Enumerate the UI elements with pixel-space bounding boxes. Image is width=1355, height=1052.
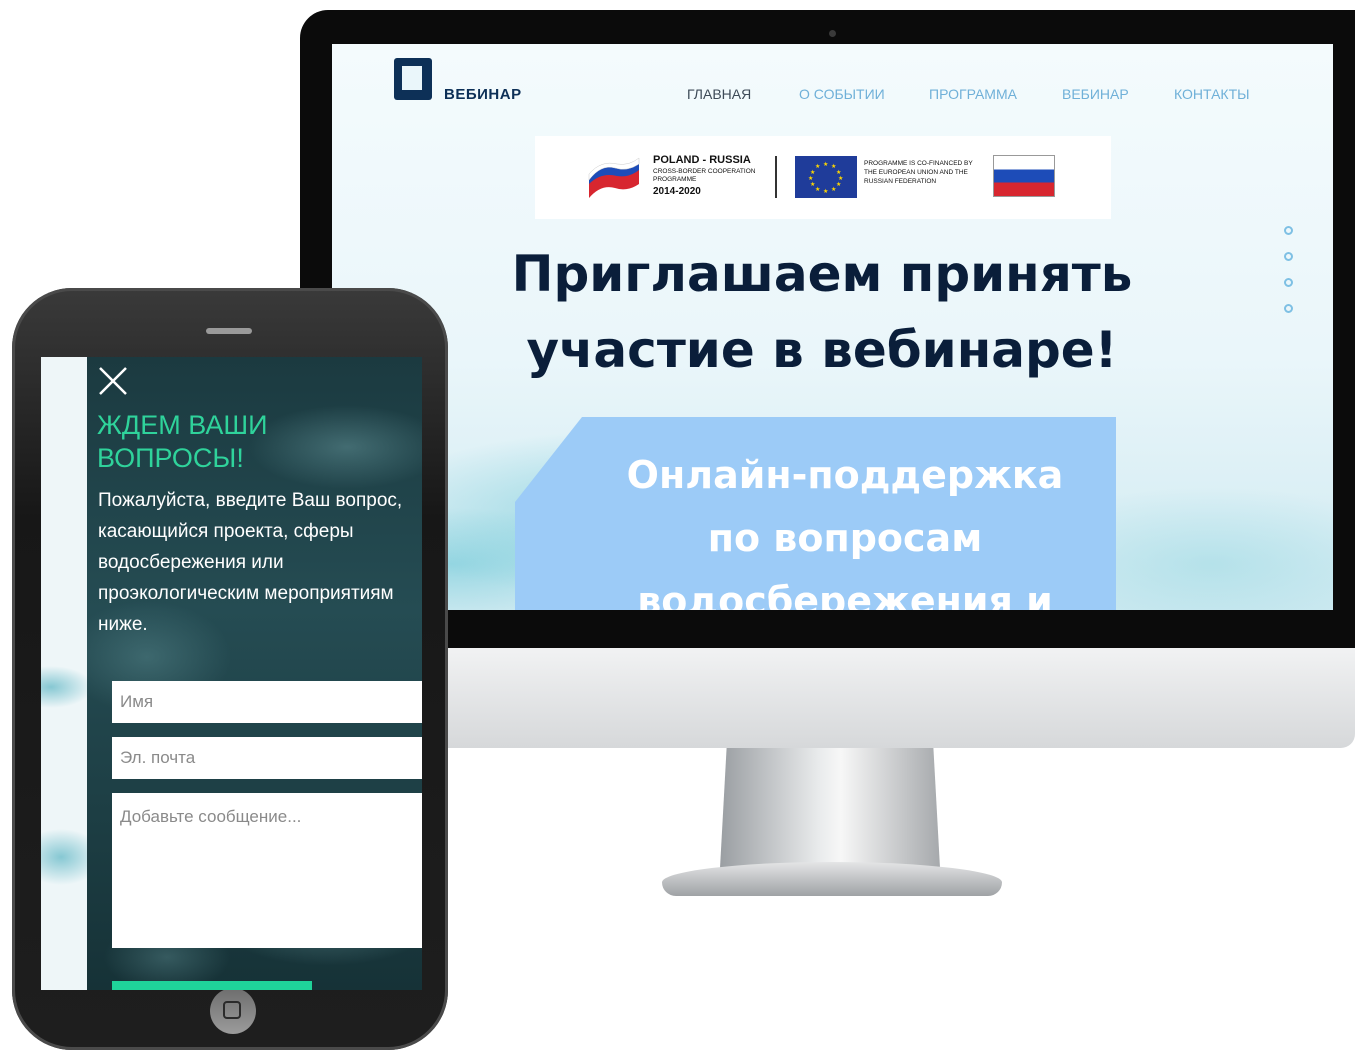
- hero-title: Приглашаем принять участие в вебинаре!: [452, 236, 1192, 388]
- email-input[interactable]: [112, 737, 422, 779]
- partner-banner: POLAND - RUSSIA CROSS-BORDER COOPERATION…: [535, 136, 1111, 219]
- submit-button[interactable]: [112, 981, 312, 990]
- modal-title-line-2: ВОПРОСЫ!: [97, 443, 244, 473]
- cofinanced-text: PROGRAMME IS CO-FINANCED BY THE EUROPEAN…: [864, 160, 973, 185]
- home-button-icon: [210, 988, 256, 1034]
- logo-icon[interactable]: [394, 58, 432, 100]
- question-modal: ЖДЕМ ВАШИ ВОПРОСЫ! Пожалуйста, введите В…: [87, 357, 422, 990]
- message-textarea[interactable]: [112, 793, 422, 948]
- logo-text[interactable]: ВЕБИНАР: [444, 86, 522, 103]
- nav-item-programme[interactable]: ПРОГРАММА: [929, 86, 1017, 102]
- close-icon[interactable]: [97, 365, 129, 397]
- monitor-camera: [829, 30, 836, 37]
- programme-years: 2014-2020: [653, 186, 701, 197]
- programme-title: POLAND - RUSSIA: [653, 154, 751, 166]
- nav-item-contacts[interactable]: КОНТАКТЫ: [1174, 86, 1250, 102]
- support-line-3: водосбережения и: [637, 579, 1053, 610]
- modal-title-line-1: ЖДЕМ ВАШИ: [97, 410, 268, 440]
- support-line-2: по вопросам: [707, 516, 983, 560]
- nav-item-about[interactable]: О СОБЫТИИ: [799, 86, 885, 102]
- monitor-base: [662, 862, 1002, 896]
- modal-description: Пожалуйста, введите Ваш вопрос, касающий…: [98, 490, 403, 635]
- monitor-stand: [720, 748, 940, 868]
- modal-title: ЖДЕМ ВАШИ ВОПРОСЫ!: [97, 409, 327, 475]
- slider-dot[interactable]: [1284, 278, 1293, 287]
- programme-subtitle: CROSS-BORDER COOPERATION PROGRAMME: [653, 168, 756, 183]
- mobile-screen: ЖДЕМ ВАШИ ВОПРОСЫ! Пожалуйста, введите В…: [41, 357, 422, 990]
- slider-dot[interactable]: [1284, 304, 1293, 313]
- hero-title-line-2: участие в вебинаре!: [526, 321, 1118, 379]
- slider-dot[interactable]: [1284, 226, 1293, 235]
- support-banner-text: Онлайн-поддержка по вопросам водосбереже…: [552, 444, 1138, 610]
- hero-title-line-1: Приглашаем принять: [511, 245, 1133, 303]
- monitor-chin: [300, 648, 1355, 748]
- nav-item-webinar[interactable]: ВЕБИНАР: [1062, 86, 1129, 102]
- slider-dot[interactable]: [1284, 252, 1293, 261]
- banner-divider: [775, 156, 777, 198]
- nav-item-home[interactable]: ГЛАВНАЯ: [687, 86, 751, 102]
- poland-russia-flag-icon: [588, 157, 640, 198]
- name-input[interactable]: [112, 681, 422, 723]
- slider-dots: [1284, 226, 1293, 330]
- desktop-screen: ВЕБИНАР ГЛАВНАЯ О СОБЫТИИ ПРОГРАММА ВЕБИ…: [332, 44, 1333, 610]
- eu-flag-icon: ★ ★ ★ ★ ★ ★ ★ ★ ★ ★ ★ ★: [795, 156, 857, 198]
- russia-flag-icon: [993, 155, 1055, 197]
- phone-speaker: [206, 328, 252, 334]
- support-line-1: Онлайн-поддержка: [626, 453, 1064, 497]
